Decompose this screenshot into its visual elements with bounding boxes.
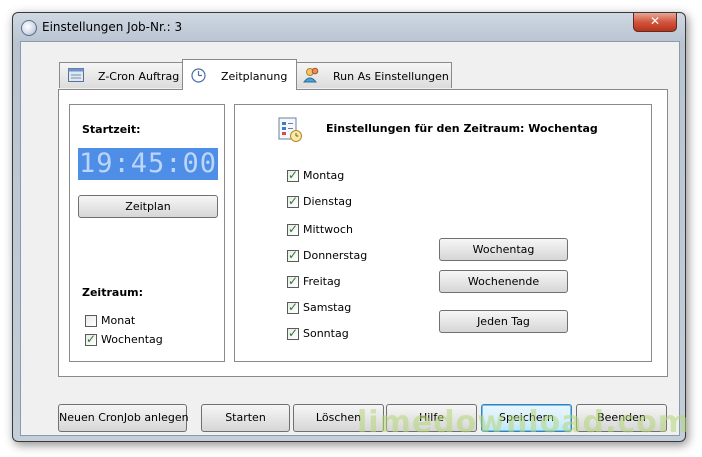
montag-checkbox[interactable]: ✓ <box>287 168 299 182</box>
day-label: Samstag <box>303 301 352 314</box>
check-icon: ✓ <box>288 194 299 208</box>
samstag-checkbox[interactable]: ✓ <box>287 300 299 314</box>
day-label: Mittwoch <box>303 223 353 236</box>
check-icon: ✓ <box>288 326 299 340</box>
zeitraum-settings-group: Einstellungen für den Zeitraum: Wochenta… <box>234 104 652 362</box>
window-icon <box>68 68 84 82</box>
users-icon <box>303 67 319 83</box>
day-label: Freitag <box>303 275 341 288</box>
wochentag-checkbox[interactable]: ✓ <box>85 332 97 346</box>
tab-zeitplanung[interactable]: Zeitplanung <box>182 59 297 90</box>
monat-label: Monat <box>101 314 136 327</box>
watermark: limedownload.com <box>357 405 690 440</box>
new-cronjob-button[interactable]: Neuen CronJob anlegen <box>58 404 189 432</box>
tab-label: Run As Einstellungen <box>333 70 449 83</box>
monat-checkbox[interactable] <box>85 315 97 327</box>
tab-label: Z-Cron Auftrag <box>98 70 180 83</box>
wochentag-label: Wochentag <box>101 333 163 346</box>
start-time-display: 19:45:00 <box>78 148 218 180</box>
window-title: Einstellungen Job-Nr.: 3 <box>42 20 183 34</box>
sonntag-checkbox[interactable]: ✓ <box>287 326 299 340</box>
tab-label: Zeitplanung <box>221 70 288 83</box>
day-label: Dienstag <box>303 195 353 208</box>
zeitraum-heading: Einstellungen für den Zeitraum: Wochenta… <box>326 122 598 135</box>
check-icon: ✓ <box>288 274 299 288</box>
day-label: Donnerstag <box>303 249 368 262</box>
tab-z-cron-auftrag[interactable]: Z-Cron Auftrag <box>59 62 183 88</box>
clock-icon <box>191 68 206 83</box>
dialog-body: Z-Cron Auftrag Zeitplanung Run As Einste… <box>20 41 680 436</box>
zeitraum-label: Zeitraum: <box>82 286 144 299</box>
day-label: Sonntag <box>303 327 349 340</box>
wochentag-button[interactable]: Wochentag <box>439 238 568 261</box>
startzeit-label: Startzeit: <box>82 123 141 136</box>
settings-window: Einstellungen Job-Nr.: 3 ✕ Z-Cron Auftra… <box>12 12 686 442</box>
jeden-tag-button[interactable]: Jeden Tag <box>439 310 568 333</box>
zeitplan-button[interactable]: Zeitplan <box>78 195 218 218</box>
dienstag-checkbox[interactable]: ✓ <box>287 194 299 208</box>
check-icon: ✓ <box>288 222 299 236</box>
close-button[interactable]: ✕ <box>633 13 677 32</box>
day-label: Montag <box>303 169 345 182</box>
zeitplanung-panel: Startzeit: 19:45:00 Zeitplan Zeitraum: M… <box>58 89 668 377</box>
check-icon: ✓ <box>288 300 299 314</box>
title-bar[interactable]: Einstellungen Job-Nr.: 3 ✕ <box>13 13 685 41</box>
check-icon: ✓ <box>288 248 299 262</box>
start-button[interactable]: Starten <box>201 404 290 432</box>
close-icon: ✕ <box>649 14 661 28</box>
check-icon: ✓ <box>86 332 97 346</box>
app-icon <box>21 20 37 36</box>
wochenende-button[interactable]: Wochenende <box>439 270 568 293</box>
mittwoch-checkbox[interactable]: ✓ <box>287 222 299 236</box>
freitag-checkbox[interactable]: ✓ <box>287 274 299 288</box>
tab-run-as-einstellungen[interactable]: Run As Einstellungen <box>296 62 452 88</box>
donnerstag-checkbox[interactable]: ✓ <box>287 248 299 262</box>
check-icon: ✓ <box>288 168 299 182</box>
schedule-checklist-icon <box>278 117 302 142</box>
startzeit-group: Startzeit: 19:45:00 Zeitplan Zeitraum: M… <box>69 104 225 362</box>
